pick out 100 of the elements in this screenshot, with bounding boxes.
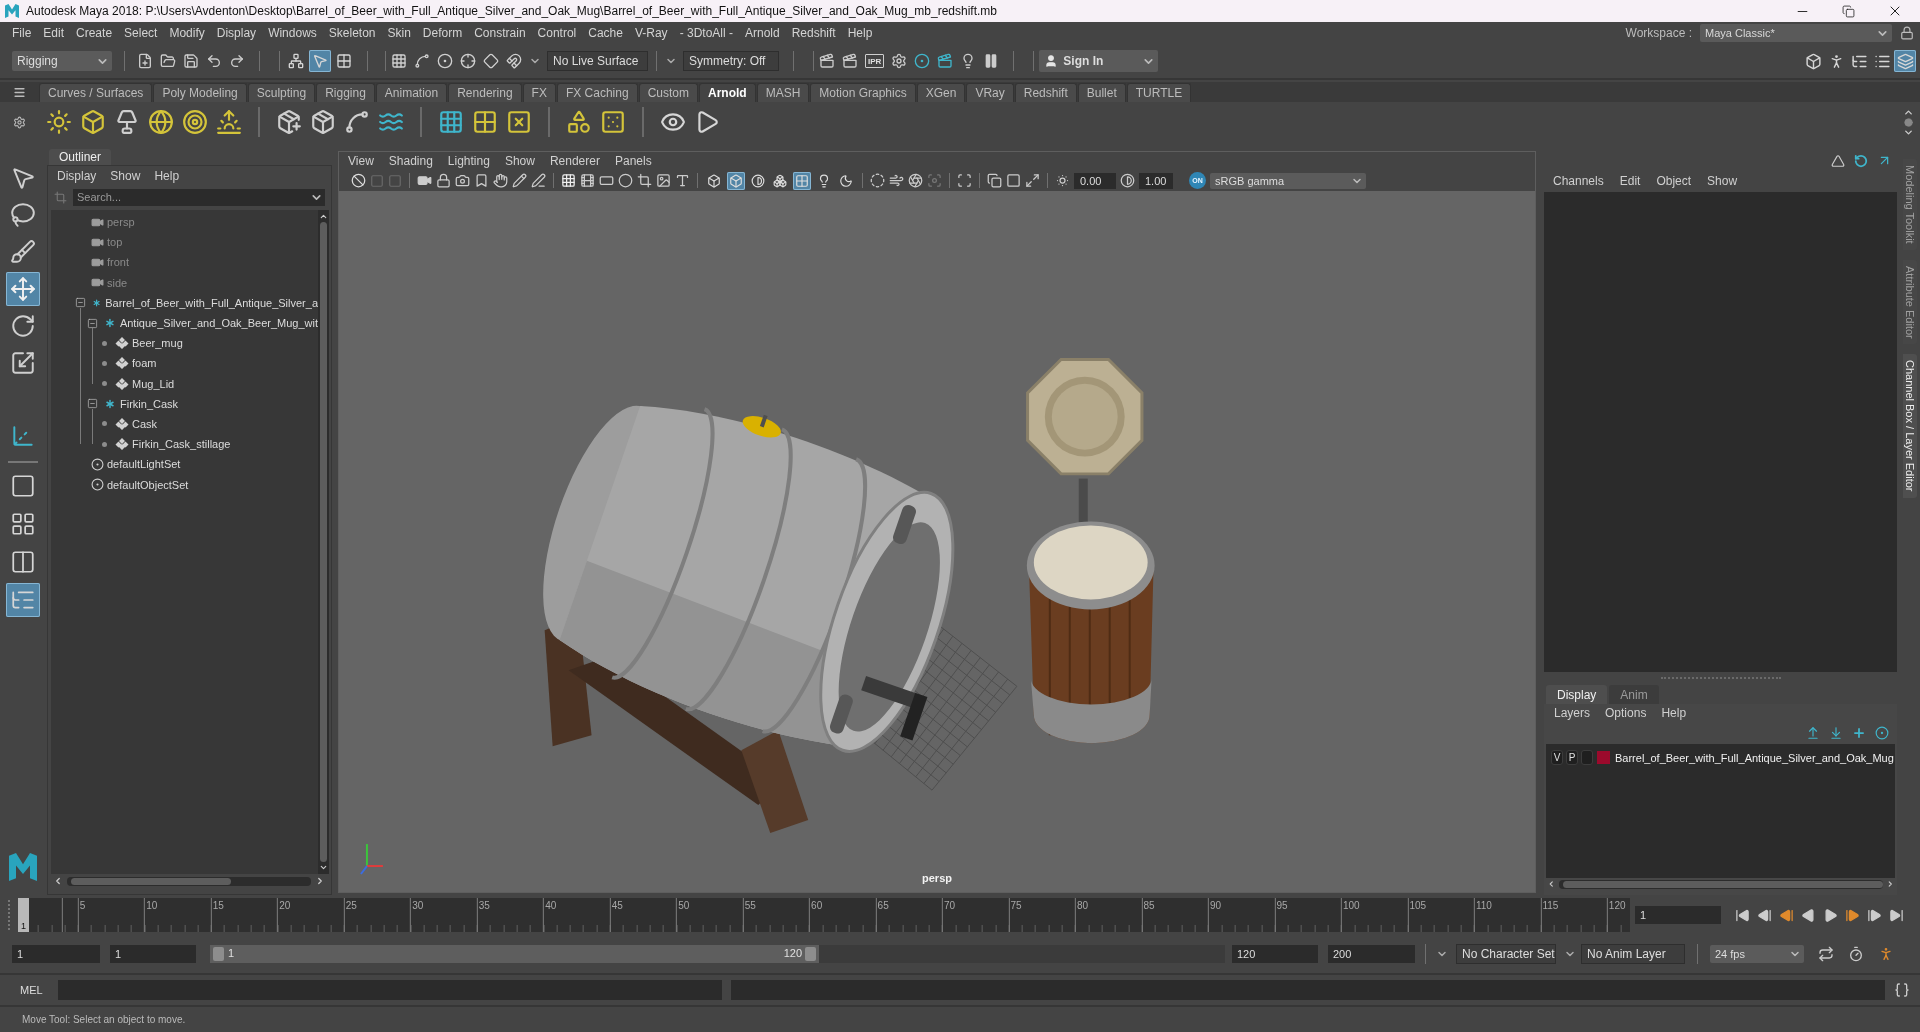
menu-item[interactable]: View bbox=[348, 154, 374, 168]
rectangle-icon[interactable] bbox=[599, 173, 614, 188]
vertical-scrollbar[interactable] bbox=[318, 210, 329, 874]
scroll-left-icon[interactable] bbox=[53, 876, 63, 886]
outliner-item[interactable]: front bbox=[107, 256, 129, 269]
menu-item[interactable]: Modify bbox=[164, 26, 210, 40]
timer-icon[interactable] bbox=[1848, 946, 1864, 962]
menu-item[interactable]: Layers bbox=[1554, 706, 1591, 720]
outliner-item[interactable]: defaultObjectSet bbox=[107, 478, 189, 491]
menu-item[interactable]: Renderer bbox=[549, 154, 600, 168]
shelf-tab[interactable]: TURTLE bbox=[1126, 83, 1192, 102]
visibility-toggle[interactable]: V bbox=[1551, 750, 1563, 765]
circle-icon[interactable] bbox=[1904, 117, 1913, 127]
layer-name[interactable]: Barrel_of_Beer_with_Full_Antique_Silver_and_Oak_Mug bbox=[1615, 751, 1894, 764]
search-field[interactable]: Search... bbox=[73, 188, 308, 206]
menu-item[interactable]: Cache bbox=[583, 26, 628, 40]
outliner-item[interactable]: persp bbox=[107, 216, 135, 229]
scrollbar-thumb[interactable] bbox=[1562, 880, 1883, 888]
collapse-icon[interactable] bbox=[74, 297, 86, 309]
shelf-tab[interactable]: Arnold bbox=[698, 83, 756, 102]
grid-icon[interactable] bbox=[391, 53, 407, 69]
collapse-icon[interactable] bbox=[86, 398, 98, 410]
outliner-item[interactable]: Firkin_Cask bbox=[120, 397, 179, 410]
shelf-tab[interactable]: MASH bbox=[756, 83, 810, 102]
arrow-up-icon[interactable] bbox=[1806, 726, 1820, 740]
rotate-icon[interactable] bbox=[1854, 153, 1868, 168]
globe-icon[interactable] bbox=[148, 109, 174, 135]
clapperboard-icon[interactable] bbox=[819, 53, 835, 69]
step-back-icon[interactable] bbox=[1779, 907, 1794, 923]
shelf-tab[interactable]: Bullet bbox=[1077, 83, 1126, 102]
sun-icon[interactable] bbox=[46, 109, 72, 135]
dice-icon[interactable] bbox=[600, 109, 626, 135]
outliner-tab[interactable]: Outliner bbox=[49, 149, 112, 165]
cube-icon[interactable] bbox=[727, 171, 745, 190]
fps-dropdown[interactable]: 24 fps bbox=[1710, 945, 1804, 963]
crosshair-icon[interactable] bbox=[460, 53, 476, 69]
end-time-field[interactable]: 200 bbox=[1328, 945, 1415, 963]
scrollbar-thumb[interactable] bbox=[71, 877, 231, 885]
outliner-item[interactable]: Antique_Silver_and_Oak_Beer_Mug_wit bbox=[119, 317, 318, 330]
circle-dot-icon[interactable] bbox=[437, 53, 453, 69]
expand-arrows-icon[interactable] bbox=[1025, 173, 1040, 188]
menu-item[interactable]: Arnold bbox=[739, 26, 785, 40]
menu-item[interactable]: Create bbox=[71, 26, 118, 40]
checker-icon[interactable] bbox=[793, 171, 811, 190]
outliner-item[interactable]: Beer_mug bbox=[132, 337, 183, 350]
skip-forward-icon[interactable] bbox=[1889, 907, 1904, 923]
shelf-tab[interactable]: VRay bbox=[966, 83, 1014, 102]
menu-icon[interactable] bbox=[13, 85, 26, 99]
viewport-canvas[interactable]: persp bbox=[339, 191, 1535, 892]
menu-item[interactable]: Edit bbox=[38, 26, 70, 40]
shelf-tab[interactable]: Animation bbox=[375, 83, 448, 102]
gamma-field[interactable]: 1.00 bbox=[1139, 172, 1173, 189]
target-icon[interactable] bbox=[182, 109, 208, 135]
ipr-render-button[interactable]: IPR bbox=[865, 54, 885, 68]
menu-item[interactable]: Edit bbox=[1619, 174, 1641, 188]
open-folder-icon[interactable] bbox=[160, 53, 176, 69]
circle-slash-icon[interactable] bbox=[351, 173, 366, 188]
start-time-field[interactable]: 1 bbox=[12, 945, 100, 963]
hand-icon[interactable] bbox=[493, 173, 508, 188]
character-set-button[interactable]: No Character Set bbox=[1456, 944, 1556, 964]
person-icon[interactable] bbox=[1878, 946, 1894, 962]
dashed-circle-icon[interactable] bbox=[870, 173, 885, 188]
image-icon[interactable] bbox=[656, 173, 671, 188]
outliner-item[interactable]: side bbox=[107, 276, 128, 289]
grid-icon[interactable] bbox=[472, 109, 498, 135]
loop-icon[interactable] bbox=[1818, 946, 1834, 962]
menu-item[interactable]: Skin bbox=[382, 26, 416, 40]
color-swatch-icon[interactable] bbox=[1597, 751, 1610, 764]
sun-icon[interactable] bbox=[1055, 173, 1070, 188]
aperture-icon[interactable] bbox=[908, 173, 923, 188]
menu-item[interactable]: Select bbox=[119, 26, 163, 40]
film-icon[interactable] bbox=[580, 173, 595, 188]
menu-item[interactable]: Lighting bbox=[447, 154, 490, 168]
menu-item[interactable]: Display bbox=[57, 169, 97, 183]
overlapping-squares-icon[interactable] bbox=[987, 173, 1002, 188]
menu-item[interactable]: Display bbox=[211, 26, 262, 40]
command-input-field[interactable] bbox=[58, 980, 722, 1000]
lamp-icon[interactable] bbox=[114, 109, 140, 135]
grid-icon[interactable] bbox=[438, 109, 464, 135]
curve-icon[interactable] bbox=[414, 53, 430, 69]
menu-item[interactable]: V-Ray bbox=[629, 26, 673, 40]
scroll-down-icon[interactable] bbox=[319, 863, 328, 872]
range-handle[interactable] bbox=[213, 947, 224, 961]
shelf-tab[interactable]: Motion Graphics bbox=[810, 83, 916, 102]
settings-icon[interactable] bbox=[13, 115, 26, 129]
clapperboard-icon[interactable] bbox=[937, 53, 954, 69]
menu-item[interactable]: Show bbox=[504, 154, 535, 168]
scroll-left-icon[interactable] bbox=[1547, 879, 1556, 889]
layer-editor-tab[interactable]: Display bbox=[1546, 685, 1608, 704]
triangle-icon[interactable] bbox=[1831, 153, 1845, 168]
outliner-item[interactable]: defaultLightSet bbox=[107, 458, 181, 471]
workspace-dropdown[interactable]: Maya Classic* bbox=[1700, 24, 1892, 42]
shelf-tab[interactable]: Rendering bbox=[448, 83, 522, 102]
outliner-item[interactable]: Cask bbox=[132, 417, 158, 430]
current-frame-marker[interactable]: 1 bbox=[18, 898, 29, 932]
play-backward-icon[interactable] bbox=[1801, 907, 1816, 923]
menu-item[interactable]: Panels bbox=[614, 154, 652, 168]
live-surface-button[interactable]: No Live Surface bbox=[547, 51, 648, 71]
bookmark-icon[interactable] bbox=[474, 173, 489, 188]
sign-in-dropdown[interactable]: Sign In bbox=[1039, 50, 1159, 72]
